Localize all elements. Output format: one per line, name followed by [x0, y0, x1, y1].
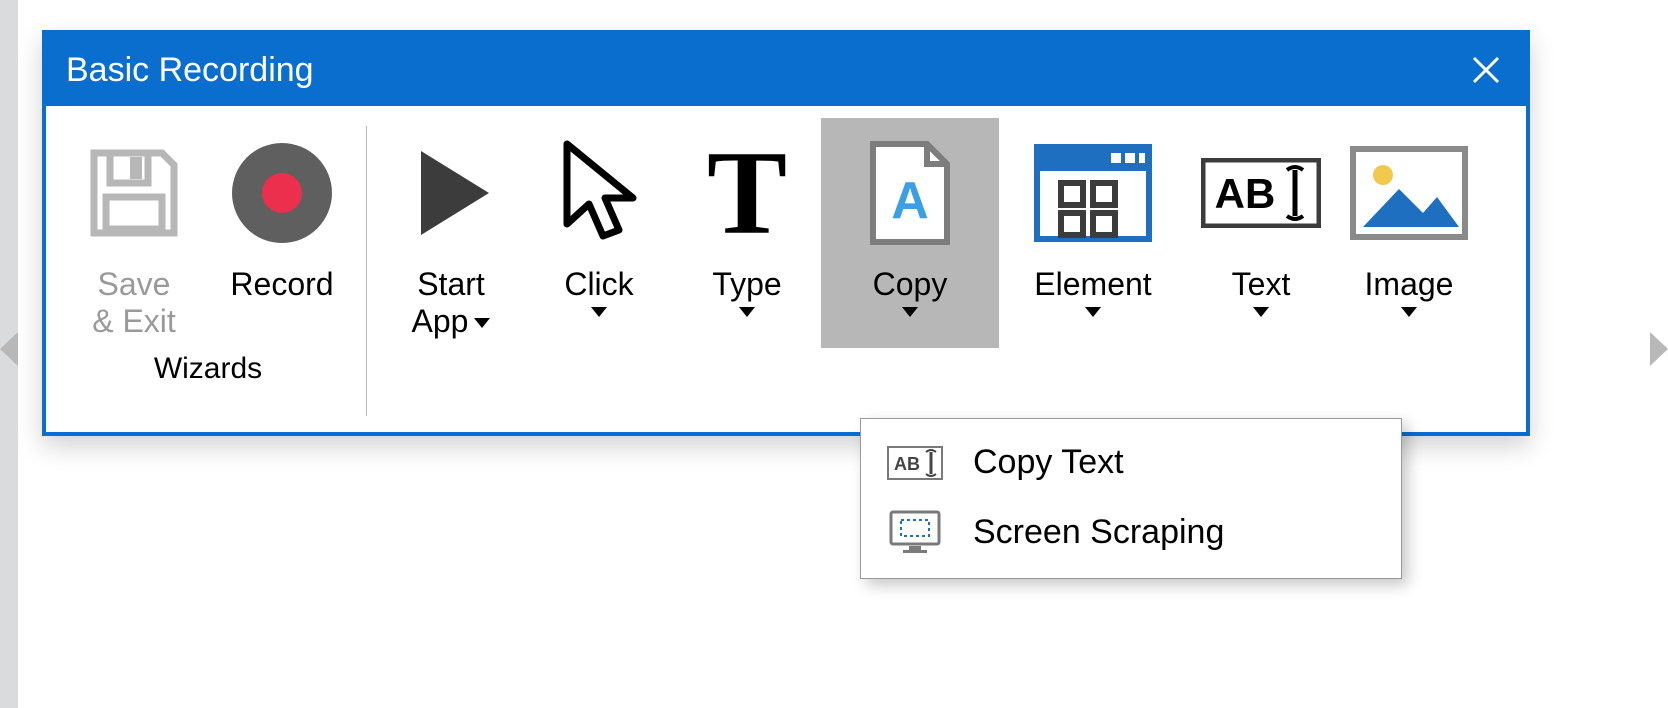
text-label: Text [1232, 266, 1291, 303]
text-ab-icon: AB [885, 446, 945, 480]
ribbon: Save & Exit [46, 106, 1526, 432]
menu-item-screen-scraping-label: Screen Scraping [973, 513, 1224, 552]
chevron-down-icon [1085, 307, 1101, 317]
text-button[interactable]: AB Text [1187, 118, 1335, 348]
image-label: Image [1365, 266, 1454, 303]
close-button[interactable] [1462, 46, 1510, 94]
start-app-label-1: Start [417, 266, 485, 303]
svg-text:A: A [891, 172, 929, 230]
copy-button[interactable]: A Copy [821, 118, 999, 348]
type-label: Type [712, 266, 781, 303]
chevron-down-icon [902, 307, 918, 317]
floppy-icon [86, 145, 182, 241]
copy-dropdown-menu: AB Copy Text Screen Scraping [860, 418, 1402, 579]
svg-text:AB: AB [894, 454, 920, 474]
basic-recording-window: Basic Recording [42, 30, 1530, 436]
chevron-down-icon [474, 318, 490, 328]
group-tools: Start App [377, 118, 1483, 424]
type-t-icon: T [707, 133, 787, 253]
chevron-down-icon [1253, 307, 1269, 317]
screen-scraping-icon [885, 510, 945, 554]
anchor-arrow-left [0, 332, 18, 366]
chevron-down-icon [591, 307, 607, 317]
element-button[interactable]: Element [999, 118, 1187, 348]
menu-item-copy-text[interactable]: AB Copy Text [861, 429, 1401, 496]
cursor-icon [549, 138, 649, 248]
close-icon [1472, 56, 1500, 84]
record-button[interactable]: Record [208, 118, 356, 348]
titlebar: Basic Recording [46, 34, 1526, 106]
chevron-down-icon [1401, 307, 1417, 317]
click-label: Click [564, 266, 633, 303]
group-wizards: Save & Exit [60, 118, 356, 424]
click-button[interactable]: Click [525, 118, 673, 348]
chevron-down-icon [739, 307, 755, 317]
ab-text-icon: AB [1201, 158, 1321, 228]
save-exit-label-2: & Exit [92, 303, 176, 340]
window-grid-icon [1033, 143, 1153, 243]
image-button[interactable]: Image [1335, 118, 1483, 348]
window-title: Basic Recording [66, 51, 314, 90]
anchor-arrow-right [1650, 332, 1668, 366]
element-label: Element [1034, 266, 1151, 303]
type-button[interactable]: T Type [673, 118, 821, 348]
start-app-label-2: App [412, 303, 469, 340]
document-a-icon: A [865, 138, 955, 248]
save-exit-label-1: Save [98, 266, 171, 303]
menu-item-copy-text-label: Copy Text [973, 443, 1124, 482]
group-wizards-label: Wizards [60, 352, 356, 386]
record-label: Record [230, 266, 333, 303]
group-separator [366, 126, 367, 416]
image-icon [1349, 145, 1469, 241]
record-icon [227, 138, 337, 248]
svg-text:AB: AB [1215, 170, 1276, 217]
save-exit-button[interactable]: Save & Exit [60, 118, 208, 348]
menu-item-screen-scraping[interactable]: Screen Scraping [861, 496, 1401, 568]
copy-label: Copy [873, 266, 948, 303]
start-app-button[interactable]: Start App [377, 118, 525, 348]
play-icon [401, 143, 501, 243]
